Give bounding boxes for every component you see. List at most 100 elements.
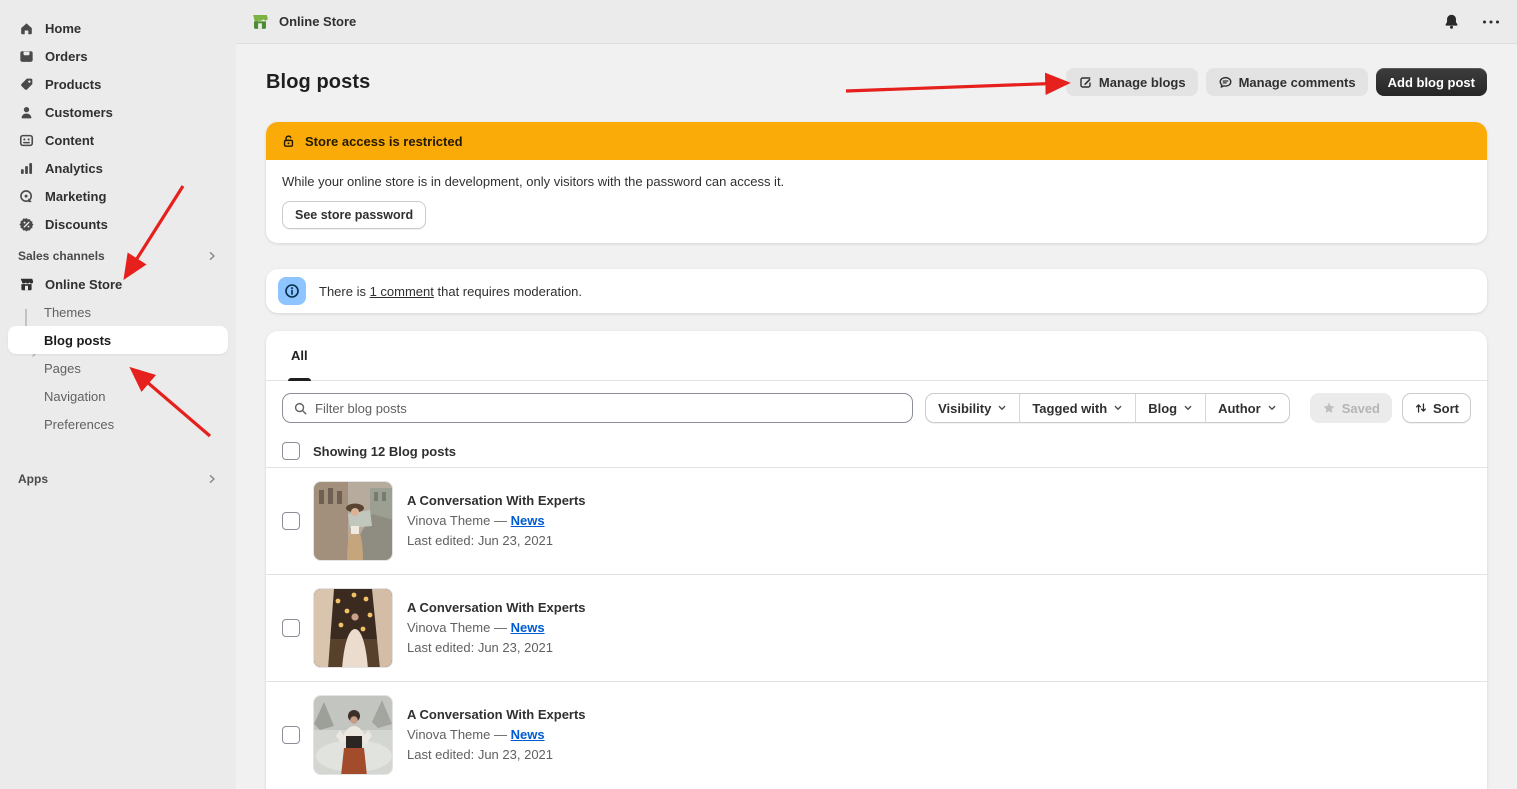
sidebar-item-orders[interactable]: Orders bbox=[8, 42, 228, 70]
manage-blogs-button[interactable]: Manage blogs bbox=[1066, 68, 1198, 96]
chevron-down-icon bbox=[1267, 403, 1277, 413]
tagged-with-filter-dropdown[interactable]: Tagged with bbox=[1019, 394, 1135, 422]
saved-button[interactable]: Saved bbox=[1310, 393, 1392, 423]
banner-title: Store access is restricted bbox=[305, 134, 463, 149]
sidebar-item-marketing[interactable]: Marketing bbox=[8, 182, 228, 210]
sidebar-item-label: Themes bbox=[44, 305, 91, 320]
blog-post-row[interactable]: A Conversation With Experts Vinova Theme… bbox=[266, 681, 1487, 788]
see-store-password-button[interactable]: See store password bbox=[282, 201, 426, 229]
author-filter-dropdown[interactable]: Author bbox=[1205, 394, 1289, 422]
see-store-password-label: See store password bbox=[295, 208, 413, 222]
chevron-down-icon bbox=[997, 403, 1007, 413]
sidebar-item-label: Analytics bbox=[45, 161, 103, 176]
sidebar-item-label: Discounts bbox=[45, 217, 108, 232]
analytics-icon bbox=[18, 160, 35, 177]
sidebar-item-pages[interactable]: Pages bbox=[8, 354, 228, 382]
storefront-icon bbox=[18, 276, 35, 293]
news-blog-link[interactable]: News bbox=[511, 620, 545, 635]
notifications-bell-icon[interactable] bbox=[1439, 10, 1463, 34]
moderation-text: There is 1 comment that requires moderat… bbox=[319, 284, 582, 299]
select-all-checkbox[interactable] bbox=[282, 442, 300, 460]
section-label: Sales channels bbox=[18, 249, 105, 263]
sidebar-item-content[interactable]: Content bbox=[8, 126, 228, 154]
sidebar-item-home[interactable]: Home bbox=[8, 14, 228, 42]
sidebar-item-label: Preferences bbox=[44, 417, 114, 432]
list-header-row: Showing 12 Blog posts bbox=[266, 435, 1487, 467]
customers-icon bbox=[18, 104, 35, 121]
chevron-right-icon bbox=[206, 250, 218, 262]
info-icon bbox=[278, 277, 306, 305]
star-icon bbox=[1322, 401, 1336, 415]
page-title: Blog posts bbox=[266, 71, 370, 94]
sidebar: Home Orders Products Customers Content A… bbox=[0, 0, 236, 789]
blog-post-thumbnail-mist bbox=[313, 695, 393, 775]
row-checkbox[interactable] bbox=[282, 512, 300, 530]
sidebar-item-label: Pages bbox=[44, 361, 81, 376]
post-subtitle: Vinova Theme — News bbox=[407, 511, 586, 531]
products-icon bbox=[18, 76, 35, 93]
sidebar-item-discounts[interactable]: Discounts bbox=[8, 210, 228, 238]
sidebar-item-label: Blog posts bbox=[44, 333, 111, 348]
filter-search-box[interactable] bbox=[282, 393, 913, 423]
sidebar-item-label: Content bbox=[45, 133, 94, 148]
search-icon bbox=[293, 401, 308, 416]
manage-comments-button[interactable]: Manage comments bbox=[1206, 68, 1368, 96]
blog-post-row[interactable]: A Conversation With Experts Vinova Theme… bbox=[266, 574, 1487, 681]
visibility-filter-label: Visibility bbox=[938, 401, 991, 416]
sidebar-item-label: Navigation bbox=[44, 389, 105, 404]
sidebar-item-label: Online Store bbox=[45, 277, 122, 292]
store-access-banner: Store access is restricted While your on… bbox=[266, 122, 1487, 243]
post-subtitle: Vinova Theme — News bbox=[407, 618, 586, 638]
lock-open-icon bbox=[281, 134, 296, 149]
sidebar-item-blog-posts[interactable]: Blog posts bbox=[8, 326, 228, 354]
visibility-filter-dropdown[interactable]: Visibility bbox=[926, 394, 1019, 422]
tab-all[interactable]: All bbox=[278, 331, 321, 380]
section-label: Apps bbox=[18, 472, 48, 486]
tab-all-label: All bbox=[291, 348, 308, 363]
sort-button[interactable]: Sort bbox=[1402, 393, 1471, 423]
sidebar-item-online-store[interactable]: Online Store bbox=[8, 270, 228, 298]
discounts-icon bbox=[18, 216, 35, 233]
blog-post-row[interactable]: A Conversation With Experts Vinova Theme… bbox=[266, 467, 1487, 574]
topbar-title: Online Store bbox=[279, 14, 356, 29]
manage-blogs-label: Manage blogs bbox=[1099, 75, 1186, 90]
count-label: Showing 12 Blog posts bbox=[313, 444, 456, 459]
sidebar-section-sales-channels[interactable]: Sales channels bbox=[8, 242, 228, 270]
blog-filter-label: Blog bbox=[1148, 401, 1177, 416]
edit-pencil-icon bbox=[1078, 75, 1093, 90]
sidebar-item-customers[interactable]: Customers bbox=[8, 98, 228, 126]
add-blog-post-label: Add blog post bbox=[1388, 75, 1475, 90]
orders-icon bbox=[18, 48, 35, 65]
sort-label: Sort bbox=[1433, 401, 1459, 416]
news-blog-link[interactable]: News bbox=[511, 513, 545, 528]
row-checkbox[interactable] bbox=[282, 619, 300, 637]
sidebar-item-analytics[interactable]: Analytics bbox=[8, 154, 228, 182]
sidebar-section-apps[interactable]: Apps bbox=[8, 465, 228, 493]
online-store-channel-icon bbox=[250, 12, 270, 32]
post-title: A Conversation With Experts bbox=[407, 491, 586, 511]
tagged-with-filter-label: Tagged with bbox=[1032, 401, 1107, 416]
add-blog-post-button[interactable]: Add blog post bbox=[1376, 68, 1487, 96]
post-title: A Conversation With Experts bbox=[407, 705, 586, 725]
post-edited: Last edited: Jun 23, 2021 bbox=[407, 531, 586, 551]
content-icon bbox=[18, 132, 35, 149]
post-edited: Last edited: Jun 23, 2021 bbox=[407, 745, 586, 765]
sidebar-item-themes[interactable]: Themes bbox=[8, 298, 228, 326]
moderation-banner: There is 1 comment that requires moderat… bbox=[266, 269, 1487, 313]
topbar: Online Store bbox=[236, 0, 1517, 44]
post-subtitle: Vinova Theme — News bbox=[407, 725, 586, 745]
sidebar-item-preferences[interactable]: Preferences bbox=[8, 410, 228, 438]
row-checkbox[interactable] bbox=[282, 726, 300, 744]
sidebar-item-navigation[interactable]: Navigation bbox=[8, 382, 228, 410]
sort-arrows-icon bbox=[1414, 401, 1428, 415]
more-options-icon[interactable] bbox=[1479, 10, 1503, 34]
home-icon bbox=[18, 20, 35, 37]
banner-body-text: While your online store is in developmen… bbox=[282, 174, 1471, 189]
blog-filter-dropdown[interactable]: Blog bbox=[1135, 394, 1205, 422]
news-blog-link[interactable]: News bbox=[511, 727, 545, 742]
sidebar-item-products[interactable]: Products bbox=[8, 70, 228, 98]
sidebar-item-label: Orders bbox=[45, 49, 88, 64]
comment-moderation-link[interactable]: 1 comment bbox=[370, 284, 434, 299]
filter-blog-posts-input[interactable] bbox=[315, 401, 902, 416]
author-filter-label: Author bbox=[1218, 401, 1261, 416]
